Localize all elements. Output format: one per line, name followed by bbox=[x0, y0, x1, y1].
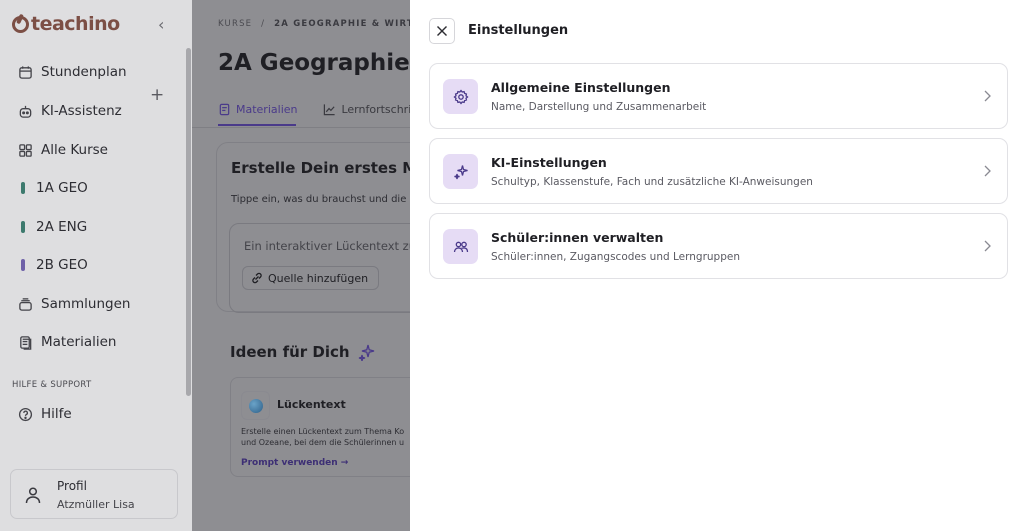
document-icon bbox=[219, 103, 230, 115]
user-icon bbox=[23, 485, 43, 505]
gear-icon bbox=[452, 88, 469, 105]
add-source-button[interactable]: Quelle hinzufügen bbox=[242, 266, 380, 290]
tab-bar: Materialien Lernfortschritt bbox=[218, 98, 410, 120]
setting-title: Allgemeine Einstellungen bbox=[491, 80, 671, 95]
prompt-placeholder: Ein interaktiver Lückentext zu bbox=[244, 239, 410, 253]
idea-title: Lückentext bbox=[277, 398, 346, 411]
chevron-right-icon bbox=[984, 165, 991, 177]
stack-icon bbox=[18, 297, 33, 312]
course-color-marker bbox=[21, 182, 25, 194]
sidebar-item-label: Alle Kurse bbox=[41, 142, 108, 158]
breadcrumb-current: 2A GEOGRAPHIE & WIRTSC bbox=[274, 19, 410, 29]
sparkle-icon bbox=[358, 344, 374, 361]
course-color-marker bbox=[21, 221, 25, 233]
idea-description-line: Erstelle einen Lückentext zum Thema Ko bbox=[241, 427, 405, 436]
logo-icon bbox=[12, 15, 29, 33]
grid-icon bbox=[18, 143, 33, 158]
globe-icon bbox=[248, 398, 263, 413]
sidebar-item-label: Sammlungen bbox=[41, 296, 131, 312]
setting-icon-wrap bbox=[443, 229, 478, 264]
sidebar-item-alle-kurse[interactable]: Alle Kurse bbox=[18, 138, 108, 162]
chevron-right-icon bbox=[984, 90, 991, 102]
chevron-right-icon bbox=[984, 240, 991, 252]
line-chart-icon bbox=[324, 103, 336, 115]
breadcrumb: KURSE / 2A GEOGRAPHIE & WIRTSC bbox=[218, 19, 410, 29]
sidebar-item-1a-geo[interactable]: 1A GEO bbox=[18, 176, 88, 200]
sidebar-item-label: 2B GEO bbox=[36, 257, 88, 273]
setting-icon-wrap bbox=[443, 154, 478, 189]
breadcrumb-separator: / bbox=[261, 19, 266, 29]
users-icon bbox=[453, 241, 468, 252]
setting-ki-einstellungen[interactable]: KI-Einstellungen Schultyp, Klassenstufe,… bbox=[429, 138, 1008, 204]
setting-subtitle: Schultyp, Klassenstufe, Fach und zusätzl… bbox=[491, 176, 813, 188]
active-tab-indicator bbox=[218, 124, 296, 126]
main-content: KURSE / 2A GEOGRAPHIE & WIRTSC 2A Geogra… bbox=[192, 0, 410, 531]
create-subtitle: Tippe ein, was du brauchst und die K bbox=[231, 194, 410, 205]
prompt-input[interactable]: Ein interaktiver Lückentext zu Quelle hi… bbox=[229, 223, 410, 313]
tab-lernfortschritt[interactable]: Lernfortschritt bbox=[323, 103, 410, 116]
close-button[interactable] bbox=[429, 18, 455, 44]
help-icon bbox=[18, 407, 33, 422]
sidebar-item-label: KI-Assistenz bbox=[41, 103, 122, 119]
ideas-heading-text: Ideen für Dich bbox=[230, 343, 350, 361]
profile-title: Profil bbox=[57, 479, 87, 493]
setting-subtitle: Name, Darstellung und Zusammenarbeit bbox=[491, 101, 707, 113]
create-material-card: Erstelle Dein erstes Mate Tippe ein, was… bbox=[216, 142, 410, 313]
sidebar-item-label: 1A GEO bbox=[36, 180, 88, 196]
ideas-heading: Ideen für Dich bbox=[230, 343, 376, 361]
page-title: 2A Geographie & bbox=[218, 50, 410, 76]
sidebar: teachino ‹ Stundenplan KI-Assistenz Alle… bbox=[0, 0, 192, 531]
panel-title: Einstellungen bbox=[468, 23, 569, 38]
breadcrumb-root[interactable]: KURSE bbox=[218, 19, 252, 29]
profile-card[interactable]: Profil Atzmüller Lisa bbox=[10, 469, 178, 519]
sidebar-item-stundenplan[interactable]: Stundenplan bbox=[18, 60, 127, 84]
idea-description-line: und Ozeane, bei dem die Schülerinnen u bbox=[241, 438, 405, 447]
idea-card-lueckentext[interactable]: Lückentext Erstelle einen Lückentext zum… bbox=[230, 377, 410, 477]
tab-label: Lernfortschritt bbox=[341, 102, 410, 116]
sparkle-icon bbox=[453, 164, 468, 179]
profile-name: Atzmüller Lisa bbox=[57, 498, 135, 511]
sidebar-item-label: Materialien bbox=[41, 334, 117, 350]
add-course-icon[interactable]: + bbox=[150, 85, 164, 105]
setting-title: Schüler:innen verwalten bbox=[491, 230, 664, 245]
logo-text: teachino bbox=[31, 13, 120, 35]
setting-icon-wrap bbox=[443, 79, 478, 114]
sidebar-item-label: 2A ENG bbox=[36, 219, 88, 235]
add-source-label: Quelle hinzufügen bbox=[268, 271, 369, 285]
sidebar-item-2b-geo[interactable]: 2B GEO bbox=[18, 253, 88, 277]
create-heading: Erstelle Dein erstes Mate bbox=[231, 159, 410, 177]
calendar-icon bbox=[18, 65, 33, 80]
section-label: HILFE & SUPPORT bbox=[12, 380, 92, 390]
logo[interactable]: teachino bbox=[12, 11, 120, 37]
setting-schueler-verwalten[interactable]: Schüler:innen verwalten Schüler:innen, Z… bbox=[429, 213, 1008, 279]
robot-icon bbox=[18, 104, 33, 119]
sidebar-item-2a-eng[interactable]: 2A ENG bbox=[18, 215, 87, 239]
tab-materialien[interactable]: Materialien bbox=[218, 103, 297, 116]
sidebar-item-sammlungen[interactable]: Sammlungen bbox=[18, 292, 130, 316]
chevron-left-icon[interactable]: ‹ bbox=[158, 15, 164, 34]
use-prompt-link[interactable]: Prompt verwenden → bbox=[241, 458, 348, 468]
sidebar-item-hilfe[interactable]: Hilfe bbox=[18, 402, 72, 426]
files-icon bbox=[18, 335, 33, 350]
idea-description: Erstelle einen Lückentext zum Thema Ko u… bbox=[241, 426, 410, 448]
course-color-marker bbox=[21, 259, 25, 271]
setting-allgemeine-einstellungen[interactable]: Allgemeine Einstellungen Name, Darstellu… bbox=[429, 63, 1008, 129]
settings-panel: Einstellungen Allgemeine Einstellungen N… bbox=[410, 0, 1024, 531]
sidebar-item-ki-assistenz[interactable]: KI-Assistenz bbox=[18, 99, 122, 123]
setting-subtitle: Schüler:innen, Zugangscodes und Lerngrup… bbox=[491, 251, 740, 263]
sidebar-item-label: Hilfe bbox=[41, 406, 72, 422]
tab-label: Materialien bbox=[236, 102, 298, 116]
idea-icon bbox=[241, 391, 270, 420]
tab-divider bbox=[192, 127, 410, 128]
sidebar-item-label: Stundenplan bbox=[41, 64, 127, 80]
sidebar-scrollbar[interactable] bbox=[186, 48, 191, 396]
link-icon bbox=[252, 272, 262, 284]
setting-title: KI-Einstellungen bbox=[491, 155, 607, 170]
sidebar-item-materialien[interactable]: Materialien bbox=[18, 330, 116, 354]
close-icon bbox=[437, 26, 447, 36]
